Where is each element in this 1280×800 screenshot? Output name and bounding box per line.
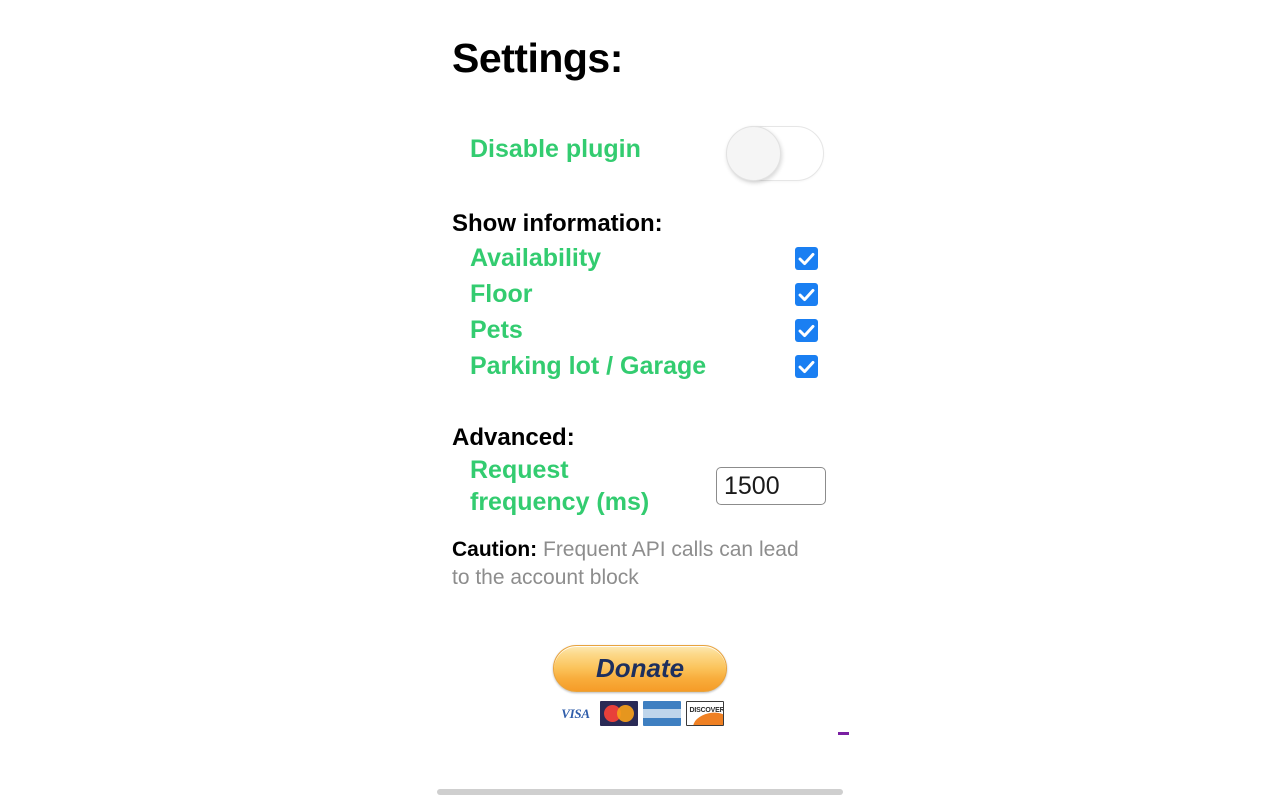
caution-note: Caution: Frequent API calls can lead to … — [452, 536, 812, 593]
donate-area: Donate VISA DISCOVER — [437, 645, 849, 735]
checkbox-checked-icon[interactable] — [795, 319, 818, 342]
caution-label: Caution: — [452, 538, 538, 561]
amex-band — [642, 709, 681, 718]
discover-card-icon: DISCOVER — [685, 701, 724, 726]
scrollbar-thumb[interactable] — [437, 789, 843, 795]
disable-plugin-label: Disable plugin — [470, 135, 641, 163]
show-information-item[interactable]: Floor — [452, 278, 828, 314]
checkbox-checked-icon[interactable] — [795, 247, 818, 270]
donate-button[interactable]: Donate — [553, 645, 727, 692]
settings-popup: Settings: Disable plugin Show informatio… — [437, 0, 849, 788]
show-information-item[interactable]: Parking lot / Garage — [452, 350, 828, 386]
amex-card-icon — [642, 701, 681, 726]
show-information-item-label: Pets — [470, 316, 523, 344]
page-title: Settings: — [452, 35, 623, 81]
horizontal-scrollbar[interactable] — [437, 786, 843, 796]
show-information-heading: Show information: — [452, 210, 663, 237]
show-information-item-label: Availability — [470, 244, 602, 272]
advanced-heading: Advanced: — [452, 424, 575, 451]
visa-card-label: VISA — [561, 705, 590, 721]
visited-link-marker — [838, 732, 849, 735]
visa-card-icon: VISA — [556, 701, 595, 726]
request-frequency-input[interactable] — [716, 467, 826, 505]
disable-plugin-toggle[interactable] — [726, 126, 824, 181]
show-information-item[interactable]: Availability — [452, 242, 828, 278]
mastercard-right-circle — [616, 705, 634, 722]
request-frequency-row: Request frequency (ms) — [452, 454, 828, 522]
request-frequency-label: Request frequency (ms) — [470, 456, 650, 516]
show-information-item-label: Parking lot / Garage — [470, 352, 707, 380]
show-information-item-label: Floor — [470, 280, 533, 308]
checkbox-checked-icon[interactable] — [795, 355, 818, 378]
checkbox-checked-icon[interactable] — [795, 283, 818, 306]
accepted-cards: VISA DISCOVER — [437, 701, 849, 735]
discover-card-label: DISCOVER — [689, 707, 724, 714]
toggle-knob — [726, 126, 781, 181]
show-information-list: Availability Floor Pets Parking lot / Garag… — [452, 242, 828, 386]
show-information-item[interactable]: Pets — [452, 314, 828, 350]
disable-plugin-row: Disable plugin — [452, 122, 828, 186]
mastercard-card-icon — [599, 701, 638, 726]
